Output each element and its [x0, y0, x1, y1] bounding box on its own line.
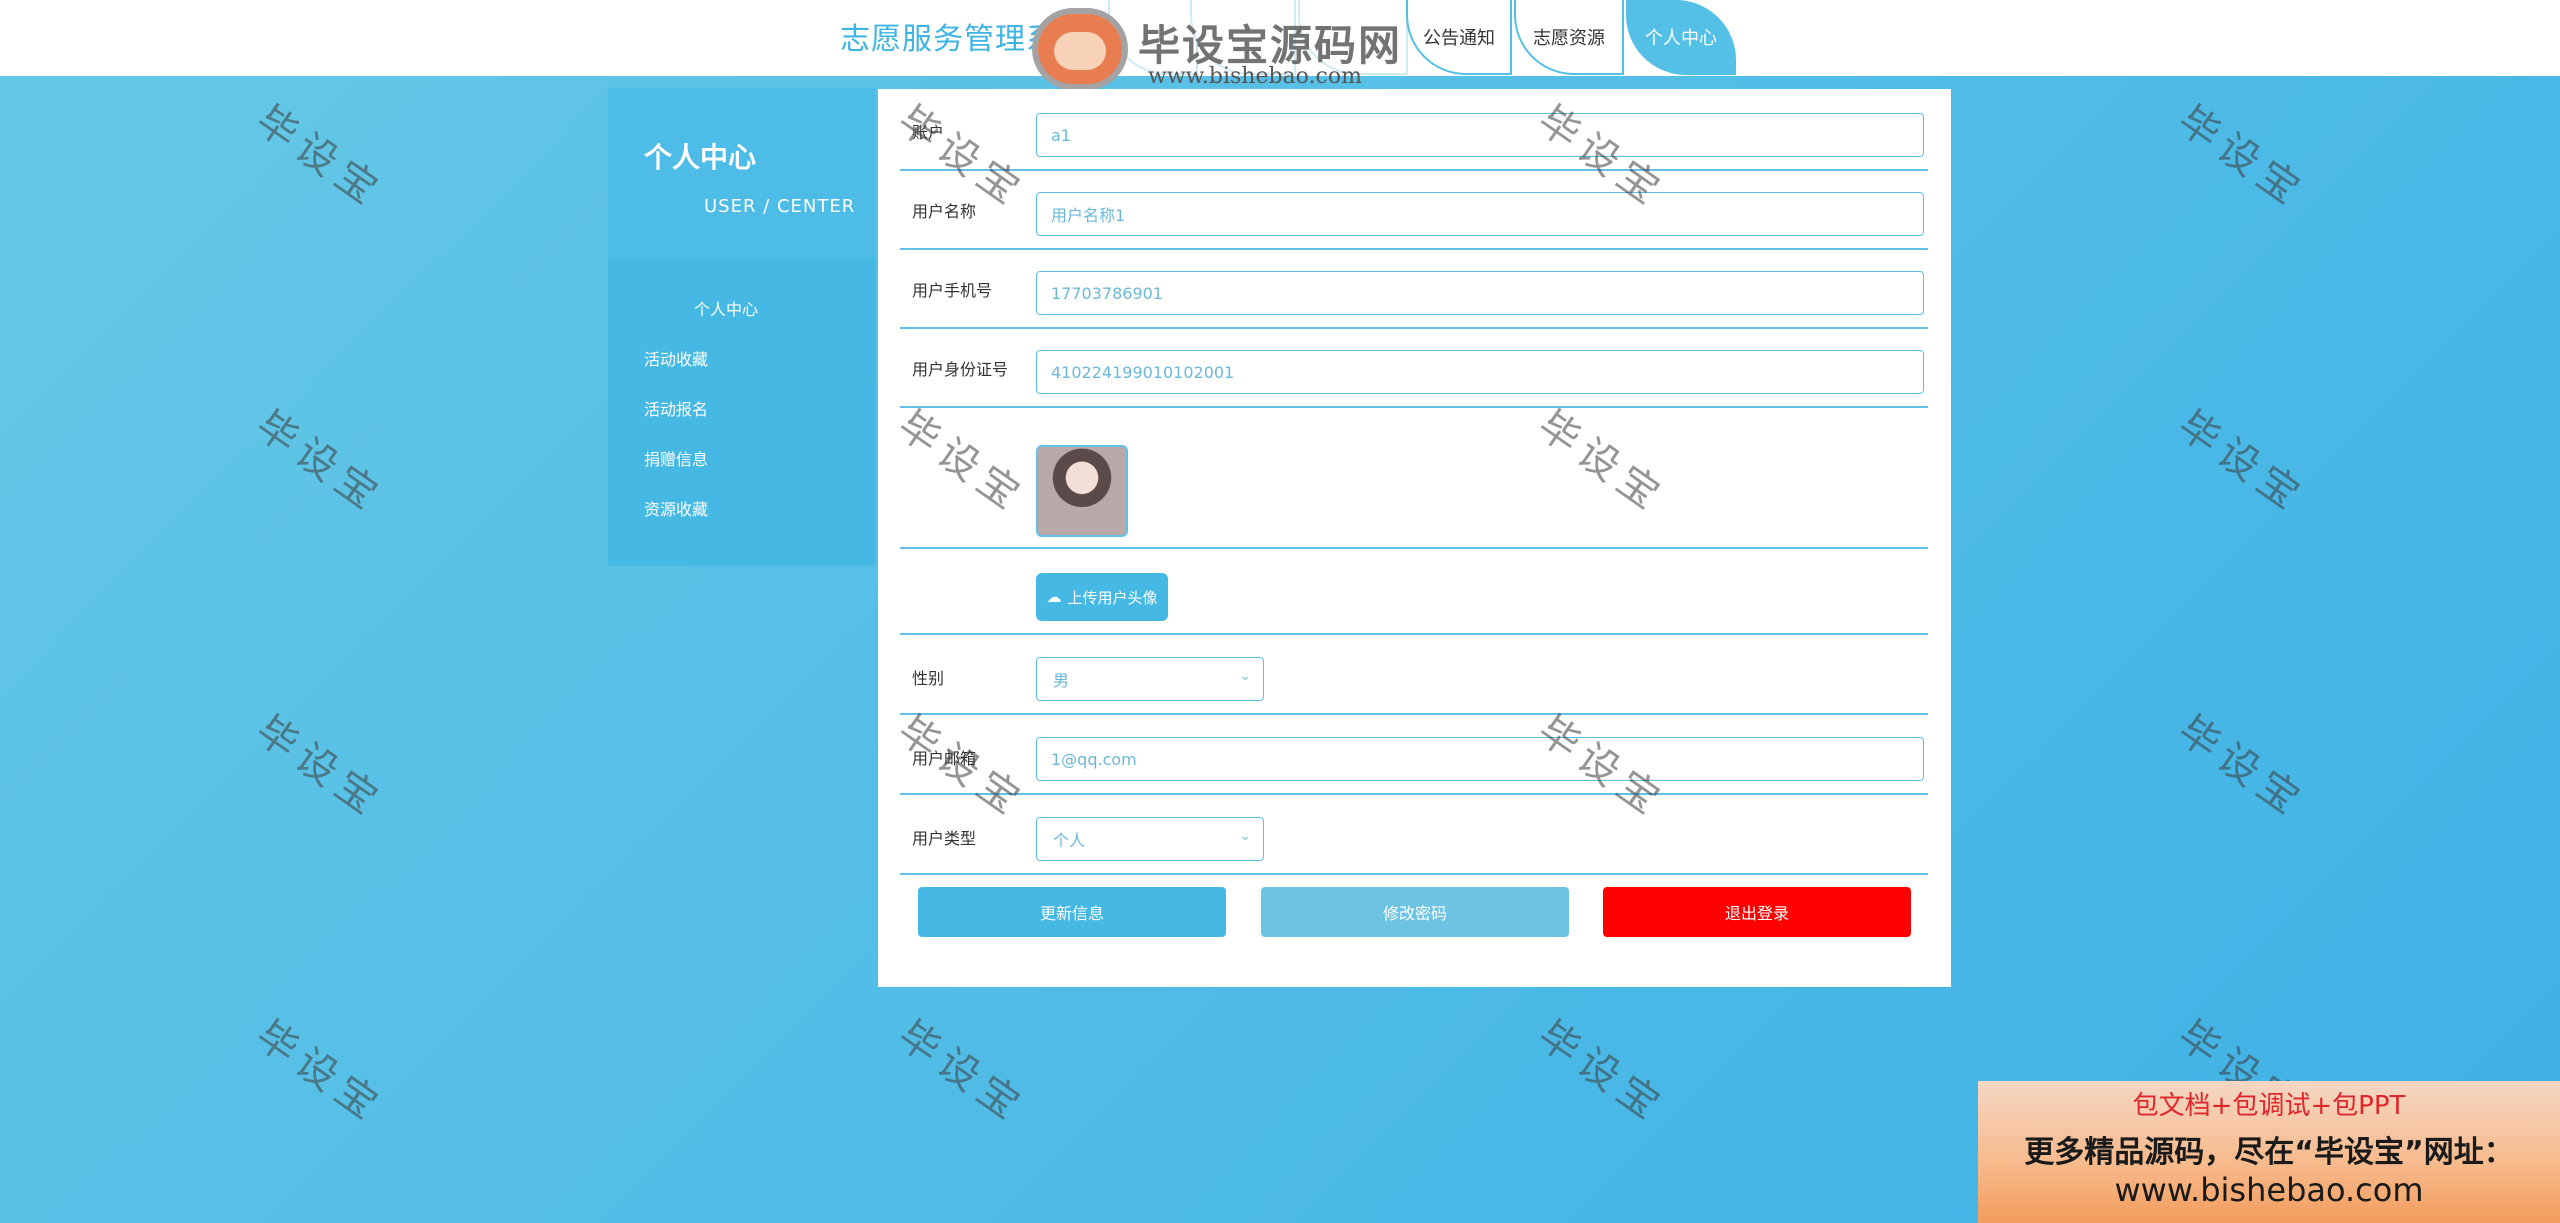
- top-header: 志愿服务管理系统 公告通知 志愿资源 个人中心 毕设宝源码网 www.bishe…: [0, 0, 2560, 90]
- row-user-type: 用户类型 个人 ⌄: [900, 795, 1928, 875]
- phone-label: 用户手机号: [912, 281, 993, 300]
- sidebar-item-user-center[interactable]: 个人中心: [694, 296, 758, 320]
- row-gender: 性别 男 ⌄: [900, 635, 1928, 715]
- promo-line-2: 更多精品源码，尽在“毕设宝”网址：: [2024, 1135, 2514, 1170]
- watermark: 毕设宝: [889, 1012, 1034, 1133]
- user-type-label: 用户类型: [912, 829, 977, 848]
- logout-button[interactable]: 退出登录: [1603, 887, 1911, 937]
- gender-select[interactable]: 男 ⌄: [1036, 657, 1264, 701]
- sidebar-subtitle: USER / CENTER: [704, 196, 856, 217]
- gender-value: 男: [1053, 671, 1070, 690]
- username-label: 用户名称: [912, 202, 977, 221]
- account-field[interactable]: a1: [1036, 113, 1924, 157]
- email-label: 用户邮箱: [912, 749, 977, 768]
- row-upload: ☁ 上传用户头像: [900, 549, 1928, 635]
- watermark: 毕设宝: [247, 1012, 392, 1133]
- sidebar-item-resource-favorites[interactable]: 资源收藏: [644, 496, 708, 520]
- row-email: 用户邮箱 1@qq.com: [900, 715, 1928, 795]
- row-avatar: [900, 425, 1928, 549]
- account-label: 账户: [912, 123, 945, 142]
- cloud-upload-icon: ☁: [1046, 588, 1062, 606]
- sidebar-item-activity-favorites[interactable]: 活动收藏: [644, 346, 708, 370]
- phone-field[interactable]: 17703786901: [1036, 271, 1924, 315]
- row-phone: 用户手机号 17703786901: [900, 267, 1928, 329]
- row-account: 账户 a1: [900, 109, 1928, 171]
- watermark: 毕设宝: [2169, 97, 2314, 218]
- watermark: 毕设宝: [2169, 402, 2314, 523]
- sidebar: 个人中心 USER / CENTER 个人中心 活动收藏 活动报名 捐赠信息 资…: [608, 88, 876, 566]
- watermark: 毕设宝: [247, 707, 392, 828]
- change-password-button[interactable]: 修改密码: [1261, 887, 1569, 937]
- sidebar-header: 个人中心 USER / CENTER: [608, 88, 876, 258]
- profile-panel: 账户 a1 用户名称 用户名称1 用户手机号 17703786901 用户身份证…: [878, 89, 1951, 987]
- row-username: 用户名称 用户名称1: [900, 188, 1928, 250]
- sidebar-title: 个人中心: [644, 141, 757, 174]
- chevron-down-icon: ⌄: [1239, 668, 1251, 684]
- watermark: 毕设宝: [2169, 707, 2314, 828]
- logo-icon: [1032, 8, 1128, 90]
- promo-banner: 包文档+包调试+包PPT 更多精品源码，尽在“毕设宝”网址： www.bishe…: [1978, 1081, 2560, 1223]
- id-card-label: 用户身份证号: [912, 360, 1009, 379]
- watermark: 毕设宝: [1529, 1012, 1674, 1133]
- user-type-value: 个人: [1053, 831, 1086, 850]
- avatar: [1036, 445, 1128, 537]
- user-type-select[interactable]: 个人 ⌄: [1036, 817, 1264, 861]
- upload-avatar-label: 上传用户头像: [1067, 588, 1158, 607]
- upload-avatar-button[interactable]: ☁ 上传用户头像: [1036, 573, 1168, 621]
- watermark: 毕设宝: [247, 402, 392, 523]
- logo-url: www.bishebao.com: [1148, 64, 1362, 89]
- watermark: 毕设宝: [247, 97, 392, 218]
- nav-tab-user-center[interactable]: 个人中心: [1626, 0, 1736, 75]
- chevron-down-icon: ⌄: [1239, 828, 1251, 844]
- row-id-card: 用户身份证号 410224199010102001: [900, 346, 1928, 408]
- id-card-field[interactable]: 410224199010102001: [1036, 350, 1924, 394]
- nav-tab-resources[interactable]: 志愿资源: [1514, 0, 1624, 75]
- update-info-button[interactable]: 更新信息: [918, 887, 1226, 937]
- sidebar-item-donations[interactable]: 捐赠信息: [644, 446, 708, 470]
- username-field[interactable]: 用户名称1: [1036, 192, 1924, 236]
- promo-line-1: 包文档+包调试+包PPT: [2132, 1091, 2406, 1121]
- sidebar-item-activity-signup[interactable]: 活动报名: [644, 396, 708, 420]
- promo-url: www.bishebao.com: [2114, 1171, 2424, 1209]
- email-field[interactable]: 1@qq.com: [1036, 737, 1924, 781]
- gender-label: 性别: [912, 669, 945, 688]
- nav-tab-announcements[interactable]: 公告通知: [1406, 0, 1512, 75]
